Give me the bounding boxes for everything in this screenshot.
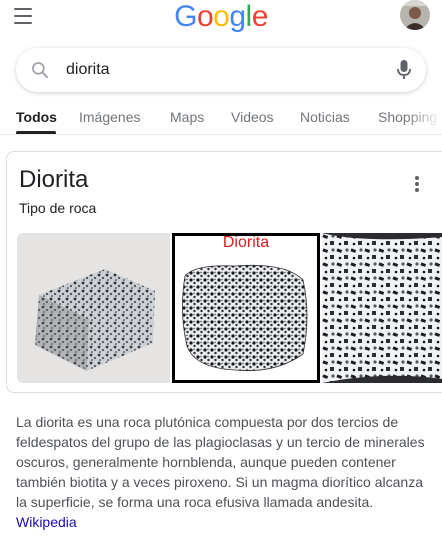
search-tabs: Todos Imágenes Maps Videos Noticias Shop… xyxy=(0,104,442,135)
active-tab-indicator xyxy=(16,131,56,134)
diorite-labeled-specimen[interactable]: Diorita xyxy=(172,233,320,383)
search-icon[interactable] xyxy=(30,60,50,80)
tab-maps[interactable]: Maps xyxy=(170,109,204,125)
search-box[interactable] xyxy=(16,48,426,92)
panel-subtitle: Tipo de roca xyxy=(19,200,97,216)
tabs-fade-overlay xyxy=(406,104,442,134)
more-vert-icon[interactable] xyxy=(415,176,419,192)
tab-todos[interactable]: Todos xyxy=(16,109,57,125)
tab-videos[interactable]: Videos xyxy=(231,109,274,125)
description-text: La diorita es una roca plutónica compues… xyxy=(16,414,425,510)
user-avatar[interactable] xyxy=(400,0,430,30)
diorite-closeup-texture[interactable] xyxy=(322,233,442,383)
panel-title: Diorita xyxy=(19,166,89,193)
logo-letter: g xyxy=(229,0,246,33)
microphone-icon[interactable] xyxy=(396,59,412,81)
top-bar: Google xyxy=(0,0,442,40)
logo-letter: e xyxy=(251,0,269,33)
image-caption: Diorita xyxy=(222,234,270,251)
tab-noticias[interactable]: Noticias xyxy=(300,109,350,125)
wikipedia-link[interactable]: Wikipedia xyxy=(16,514,77,530)
knowledge-panel: Diorita Tipo de roca Diorita xyxy=(6,151,442,393)
logo-letter: o xyxy=(213,0,230,33)
logo-letter: o xyxy=(196,0,214,33)
tab-imagenes[interactable]: Imágenes xyxy=(79,109,140,125)
image-carousel[interactable]: Diorita xyxy=(17,233,442,383)
search-input[interactable] xyxy=(66,59,366,81)
panel-description: La diorita es una roca plutónica compues… xyxy=(16,412,426,532)
google-logo[interactable]: Google xyxy=(0,0,442,34)
diorite-cube-photo[interactable] xyxy=(17,233,170,383)
logo-letter: G xyxy=(174,0,197,33)
